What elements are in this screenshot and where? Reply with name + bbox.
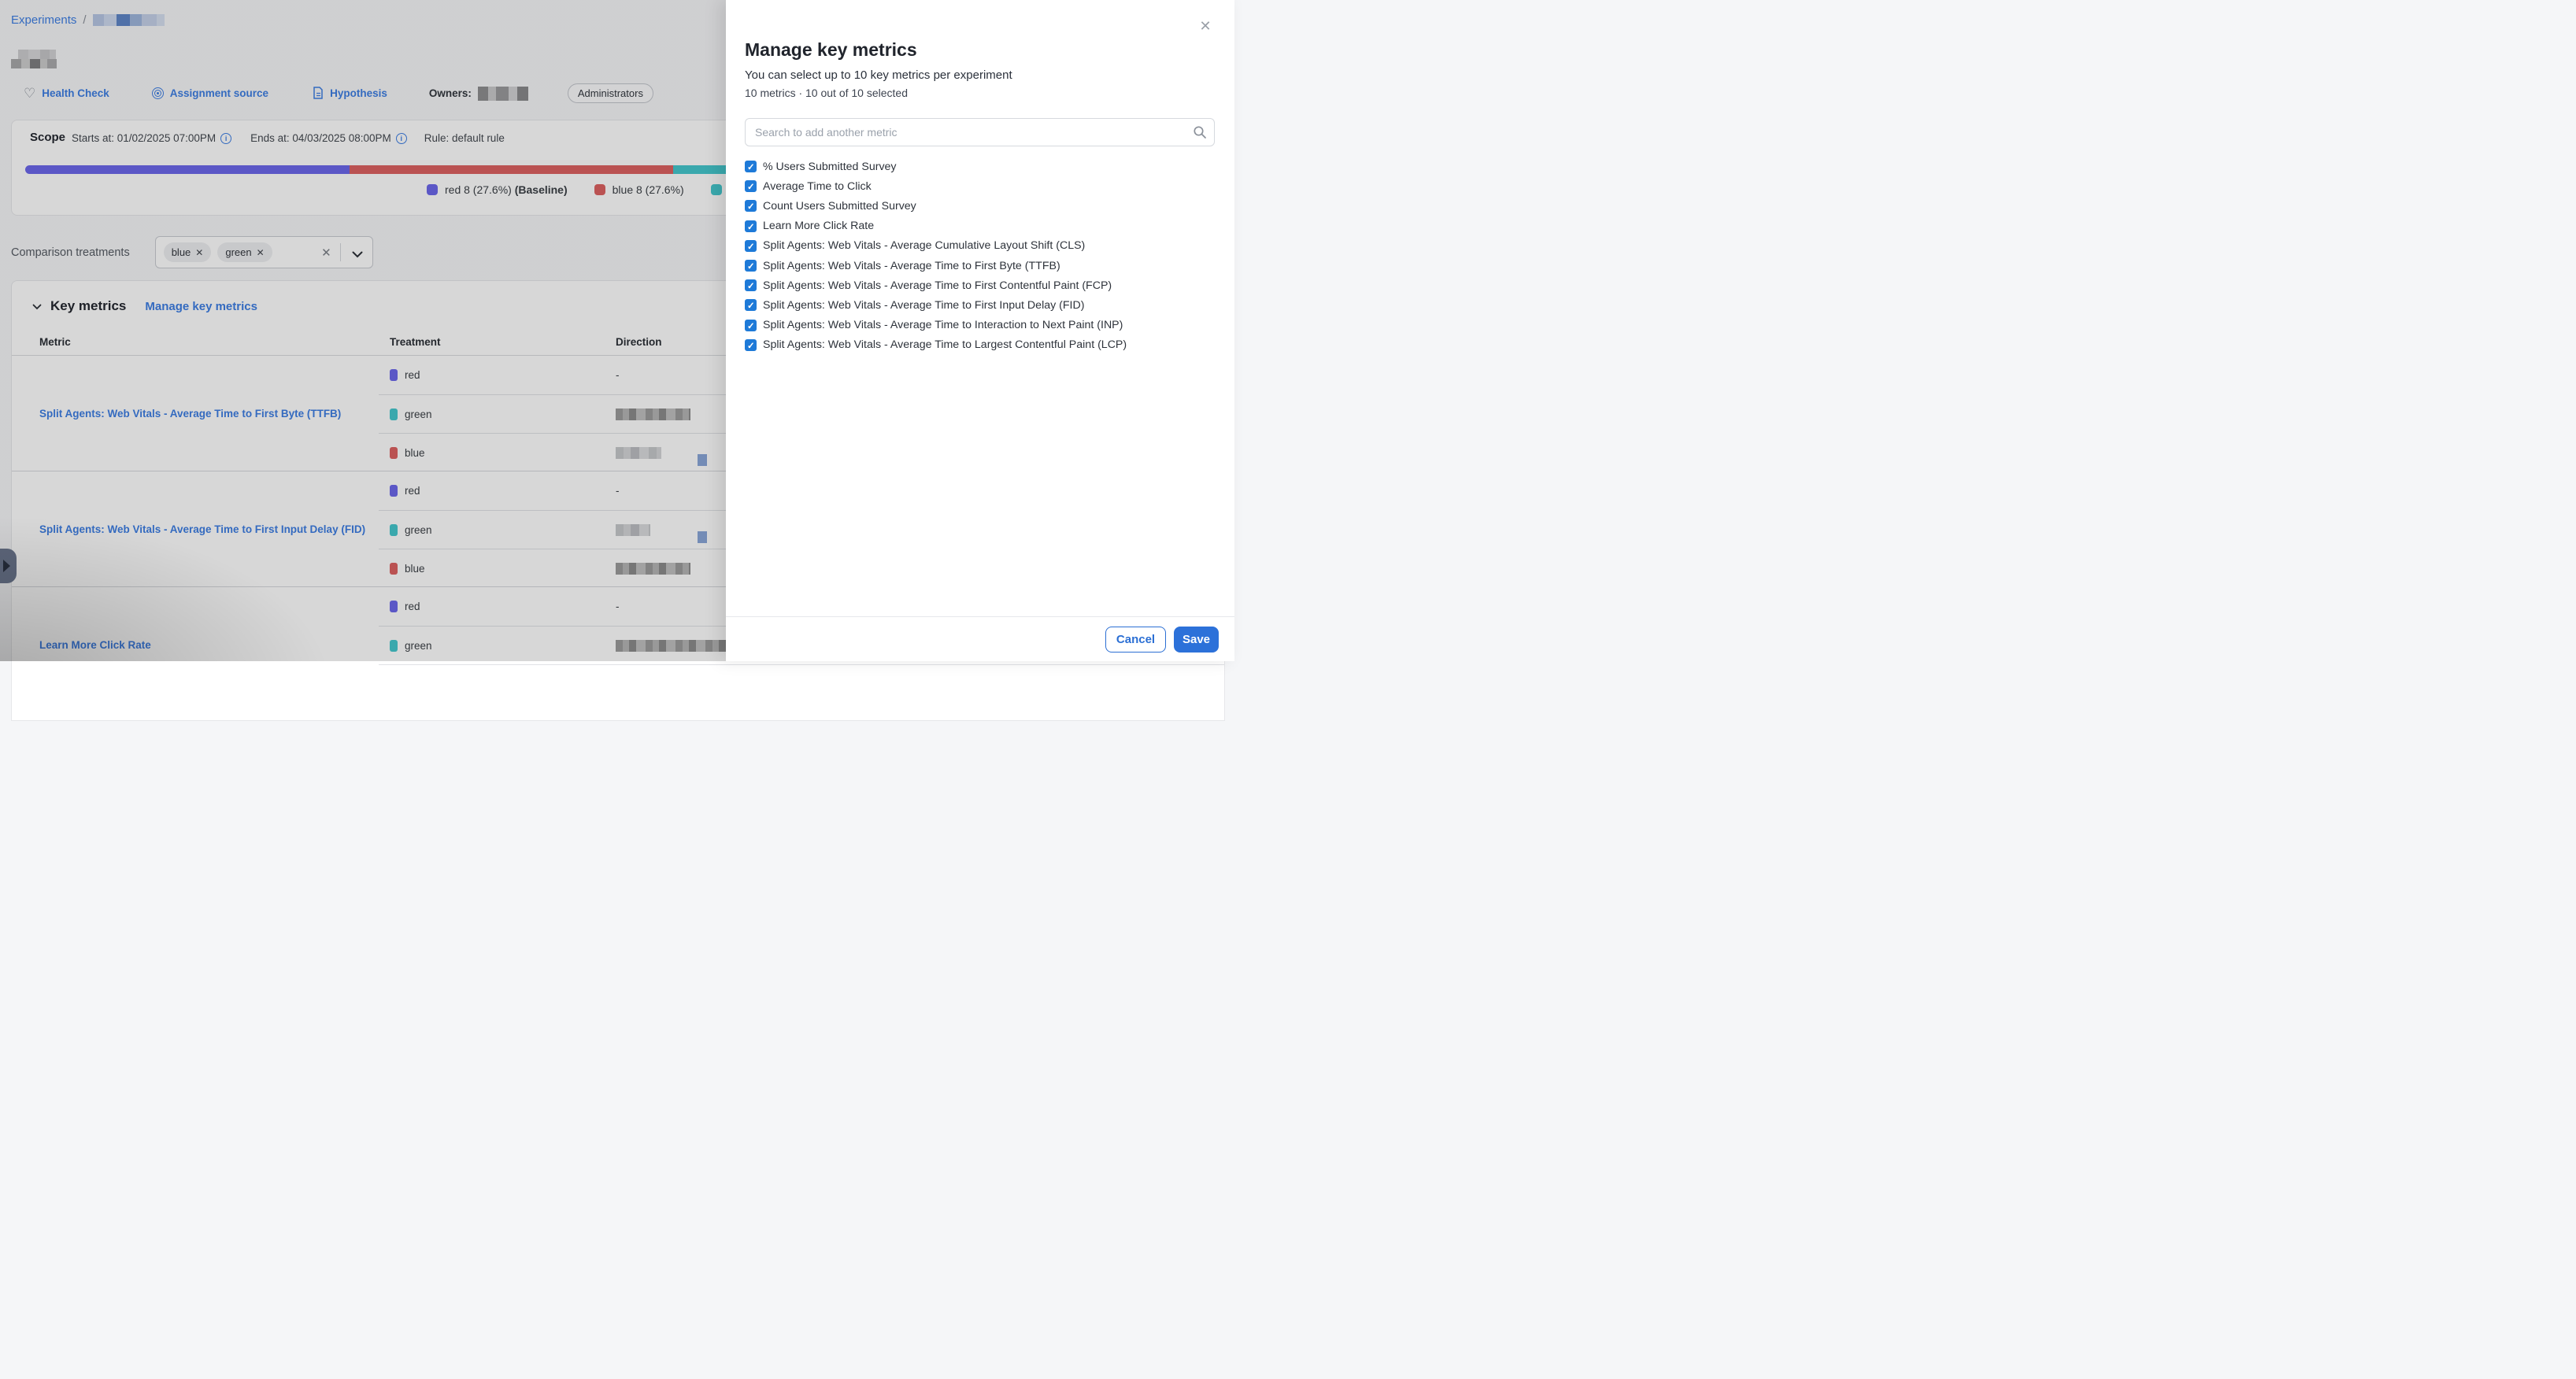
treatment-swatch <box>390 640 398 652</box>
redacted-direction <box>616 563 690 575</box>
close-icon[interactable] <box>1195 16 1216 36</box>
treatment-swatch <box>390 409 398 420</box>
treatment-swatch <box>390 524 398 536</box>
metric-checkbox-row[interactable]: Split Agents: Web Vitals - Average Time … <box>745 316 1217 335</box>
redacted-direction <box>698 531 707 543</box>
scope-title: Scope <box>30 131 65 144</box>
search-icon <box>1193 125 1207 143</box>
select-divider <box>340 243 341 261</box>
manage-key-metrics-link[interactable]: Manage key metrics <box>145 300 257 313</box>
redacted-experiment-name <box>93 14 165 26</box>
metric-checkbox-row[interactable]: Average Time to Click <box>745 176 1217 196</box>
legend-swatch <box>594 184 605 195</box>
treatment-swatch <box>390 601 398 612</box>
breadcrumb: Experiments / <box>11 13 165 27</box>
comparison-treatments-select[interactable]: blue green <box>155 236 373 268</box>
treatment-swatch <box>390 485 398 497</box>
metric-checkbox-row[interactable]: Split Agents: Web Vitals - Average Time … <box>745 275 1217 295</box>
metric-checkbox-row[interactable]: Count Users Submitted Survey <box>745 196 1217 216</box>
redacted-direction <box>698 454 707 466</box>
redacted-direction <box>616 524 650 536</box>
metric-checkbox-row[interactable]: Split Agents: Web Vitals - Average Time … <box>745 335 1217 355</box>
checkbox-icon[interactable] <box>745 299 757 311</box>
clear-all-icon[interactable] <box>321 246 331 260</box>
checkbox-icon[interactable] <box>745 320 757 331</box>
checkbox-icon[interactable] <box>745 220 757 232</box>
chip-blue: blue <box>164 242 212 262</box>
remove-chip-icon[interactable] <box>257 247 265 258</box>
hypothesis-label: Hypothesis <box>330 87 387 99</box>
metric-link-learn-more[interactable]: Learn More Click Rate <box>39 587 378 703</box>
info-icon[interactable]: i <box>220 133 231 144</box>
legend-swatch <box>711 184 722 195</box>
remove-chip-icon[interactable] <box>195 247 203 258</box>
legend-item-blue: blue 8 (27.6%) <box>594 183 684 196</box>
manage-key-metrics-panel: Manage key metrics You can select up to … <box>726 0 1234 661</box>
metric-checkbox-list: % Users Submitted Survey Average Time to… <box>745 157 1217 355</box>
hypothesis-link[interactable]: Hypothesis <box>313 87 387 99</box>
treatment-swatch <box>390 369 398 381</box>
treatment-swatch <box>390 563 398 575</box>
assignment-source-link[interactable]: Assignment source <box>152 87 268 99</box>
metric-checkbox-row[interactable]: Learn More Click Rate <box>745 216 1217 236</box>
legend-item-red: red 8 (27.6%) (Baseline) <box>427 183 568 196</box>
treatment-subrow <box>379 664 1224 703</box>
redacted-direction <box>616 447 661 459</box>
metric-checkbox-row[interactable]: Split Agents: Web Vitals - Average Time … <box>745 256 1217 275</box>
panel-title: Manage key metrics <box>745 39 917 61</box>
checkbox-icon[interactable] <box>745 180 757 192</box>
metric-count-line: 10 metrics · 10 out of 10 selected <box>745 87 908 99</box>
metric-checkbox-row[interactable]: Split Agents: Web Vitals - Average Time … <box>745 295 1217 315</box>
treatment-swatch <box>390 447 398 459</box>
checkbox-icon[interactable] <box>745 260 757 272</box>
chevron-down-icon[interactable] <box>352 248 363 262</box>
legend-swatch <box>427 184 438 195</box>
chip-green: green <box>217 242 272 262</box>
comparison-treatments-label: Comparison treatments <box>11 246 130 259</box>
info-icon[interactable]: i <box>396 133 407 144</box>
breadcrumb-separator: / <box>83 13 86 27</box>
bar-segment-red <box>25 165 350 174</box>
treatment-legend: red 8 (27.6%) (Baseline) blue 8 (27.6%) … <box>427 183 745 196</box>
panel-subtitle: You can select up to 10 key metrics per … <box>745 68 1012 82</box>
owners-label: Owners: <box>429 87 472 99</box>
target-icon <box>152 87 164 99</box>
metric-checkbox-row[interactable]: % Users Submitted Survey <box>745 157 1217 176</box>
breadcrumb-experiments-link[interactable]: Experiments <box>11 13 76 27</box>
scope-starts-at: Starts at: 01/02/2025 07:00PM <box>72 132 216 144</box>
expand-sidebar-tab[interactable] <box>0 549 17 583</box>
redacted-page-title <box>11 50 57 68</box>
search-metric-input[interactable] <box>745 118 1215 146</box>
checkbox-icon[interactable] <box>745 200 757 212</box>
scope-ends-at: Ends at: 04/03/2025 08:00PM <box>250 132 391 144</box>
redacted-owner-name <box>478 87 557 113</box>
checkbox-icon[interactable] <box>745 339 757 351</box>
metric-checkbox-row[interactable]: Split Agents: Web Vitals - Average Cumul… <box>745 236 1217 256</box>
scope-rule: Rule: default rule <box>424 132 505 144</box>
document-icon <box>313 87 324 99</box>
save-button[interactable]: Save <box>1174 627 1219 653</box>
key-metrics-title: Key metrics <box>50 298 126 314</box>
redacted-direction <box>616 640 727 652</box>
health-check-link[interactable]: ♡ Health Check <box>24 87 109 100</box>
experiment-meta-row: ♡ Health Check Assignment source Hypothe… <box>24 83 653 103</box>
metric-link-fid[interactable]: Split Agents: Web Vitals - Average Time … <box>39 471 378 586</box>
metric-link-ttfb[interactable]: Split Agents: Web Vitals - Average Time … <box>39 356 378 471</box>
administrators-badge[interactable]: Administrators <box>568 83 653 103</box>
heart-icon: ♡ <box>24 87 35 100</box>
checkbox-icon[interactable] <box>745 279 757 291</box>
bar-segment-blue <box>350 165 673 174</box>
health-check-label: Health Check <box>42 87 109 99</box>
collapse-chevron-icon[interactable] <box>32 304 41 309</box>
cancel-button[interactable]: Cancel <box>1105 627 1166 653</box>
checkbox-icon[interactable] <box>745 240 757 252</box>
assignment-source-label: Assignment source <box>170 87 268 99</box>
checkbox-icon[interactable] <box>745 161 757 172</box>
panel-footer: Cancel Save <box>726 616 1234 661</box>
redacted-direction <box>616 409 690 420</box>
